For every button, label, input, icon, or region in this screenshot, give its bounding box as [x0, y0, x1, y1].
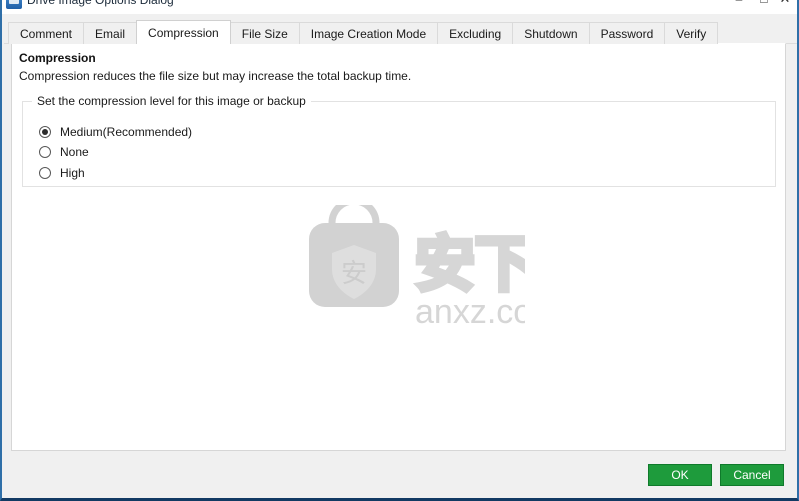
- tab-email[interactable]: Email: [83, 22, 138, 44]
- close-button[interactable]: ✕: [772, 0, 797, 8]
- svg-text:安下载: 安下载: [415, 230, 525, 300]
- dialog-window: Drive Image Options Dialog – □ ✕ Comment…: [0, 0, 799, 501]
- tab-excluding[interactable]: Excluding: [437, 22, 514, 44]
- radio-circle-icon: [39, 167, 51, 179]
- tab-file-size[interactable]: File Size: [229, 22, 300, 44]
- app-icon: [6, 0, 22, 9]
- radio-circle-icon: [39, 146, 51, 158]
- tab-comment[interactable]: Comment: [8, 22, 85, 44]
- watermark-bag-icon: 安: [309, 197, 399, 307]
- anxz-watermark: 安 安下载 anxz.com: [295, 197, 598, 335]
- tab-shutdown[interactable]: Shutdown: [512, 22, 590, 44]
- watermark-chinese-characters: 安下载: [413, 228, 598, 303]
- radio-label-medium: Medium(Recommended): [60, 125, 193, 139]
- groupbox-legend: Set the compression level for this image…: [32, 94, 311, 108]
- tab-password[interactable]: Password: [588, 22, 666, 44]
- ok-button[interactable]: OK: [648, 464, 712, 486]
- radio-label-high: High: [60, 166, 85, 180]
- tab-content-panel: Compression Compression reduces the file…: [11, 43, 786, 451]
- radio-label-none: None: [60, 145, 89, 159]
- window-title: Drive Image Options Dialog: [27, 0, 174, 7]
- compression-level-groupbox: Set the compression level for this image…: [22, 94, 776, 187]
- dialog-footer: OK Cancel: [4, 452, 797, 496]
- svg-text:anxz.com: anxz.com: [415, 293, 525, 331]
- radio-option-high[interactable]: High: [39, 164, 85, 182]
- radio-option-none[interactable]: None: [39, 143, 89, 161]
- watermark-site-text: anxz.com: [415, 293, 561, 331]
- radio-circle-icon: [39, 126, 51, 138]
- page-description: Compression reduces the file size but ma…: [19, 69, 412, 83]
- radio-option-medium[interactable]: Medium(Recommended): [39, 123, 192, 141]
- cancel-button[interactable]: Cancel: [720, 464, 784, 486]
- tab-compression[interactable]: Compression: [136, 20, 231, 45]
- tab-verify[interactable]: Verify: [664, 22, 719, 44]
- title-bar: Drive Image Options Dialog – □ ✕: [2, 0, 797, 14]
- page-title: Compression: [19, 51, 96, 65]
- svg-text:安: 安: [341, 259, 367, 289]
- minimize-button[interactable]: –: [726, 0, 752, 8]
- tab-list: Comment Email Compression File Size Imag…: [8, 20, 719, 45]
- tab-strip: Comment Email Compression File Size Imag…: [4, 14, 797, 45]
- tab-image-creation-mode[interactable]: Image Creation Mode: [298, 22, 439, 44]
